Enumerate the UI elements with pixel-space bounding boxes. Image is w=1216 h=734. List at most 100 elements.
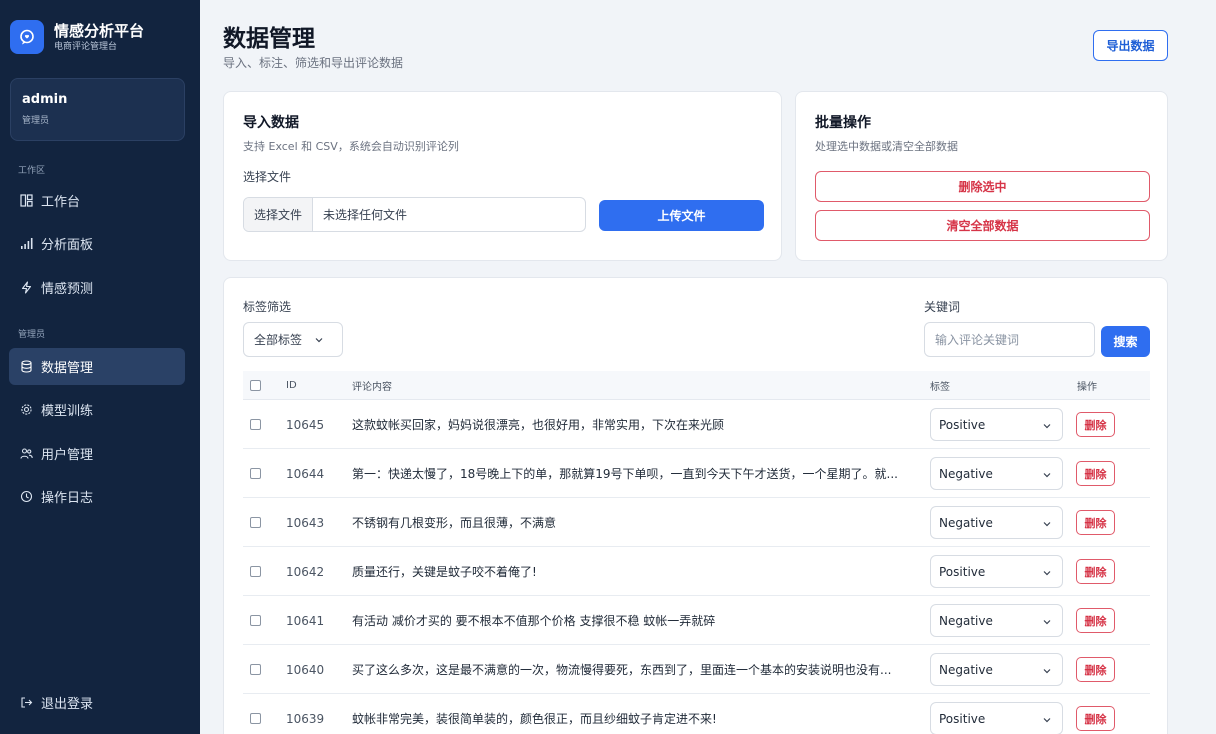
sidebar-item-label: 数据管理 xyxy=(41,361,94,376)
chevron-down-icon xyxy=(1042,420,1052,434)
row-delete-button[interactable]: 删除 xyxy=(1076,461,1115,486)
import-title: 导入数据 xyxy=(243,115,299,131)
page-title: 数据管理 xyxy=(223,26,315,52)
row-id: 10641 xyxy=(286,613,325,628)
row-content: 第一：快递太慢了，18号晚上下的单，那就算19号下单呗，一直到今天下午才送货，一… xyxy=(352,449,922,498)
row-delete-button[interactable]: 删除 xyxy=(1076,412,1115,437)
row-id: 10639 xyxy=(286,711,325,726)
batch-card: 批量操作 处理选中数据或清空全部数据 删除选中 清空全部数据 xyxy=(795,91,1168,261)
row-delete-button[interactable]: 删除 xyxy=(1076,559,1115,584)
sidebar-item-label: 工作台 xyxy=(41,195,81,210)
row-checkbox[interactable] xyxy=(250,615,261,626)
sidebar-item-label: 情感预测 xyxy=(41,282,94,297)
row-delete-button[interactable]: 删除 xyxy=(1076,510,1115,535)
sidebar-item-analysis[interactable]: 分析面板 xyxy=(9,225,185,262)
row-checkbox[interactable] xyxy=(250,566,261,577)
main-content: 数据管理 导入、标注、筛选和导出评论数据 导出数据 导入数据 支持 Excel … xyxy=(200,0,1191,734)
row-checkbox[interactable] xyxy=(250,468,261,479)
row-id: 10642 xyxy=(286,564,325,579)
row-content: 这款蚊帐买回家，妈妈说很漂亮，也很好用，非常实用，下次在来光顾 xyxy=(352,400,922,449)
table-row: 10640 买了这么多次，这是最不满意的一次，物流慢得要死，东西到了，里面连一个基… xyxy=(243,645,1150,694)
file-status: 未选择任何文件 xyxy=(323,208,408,222)
brand-subtitle: 电商评论管理台 xyxy=(54,42,118,52)
gear-icon xyxy=(19,403,33,417)
tag-filter-select[interactable]: 全部标签 xyxy=(243,322,343,357)
row-tag-value: Negative xyxy=(939,515,993,530)
sidebar-item-label: 分析面板 xyxy=(41,238,94,253)
row-content-text: 有活动 减价才买的 要不根本不值那个价格 支撑很不稳 蚊帐一弄就碎 xyxy=(352,614,716,628)
row-tag-value: Positive xyxy=(939,711,986,726)
row-tag-select[interactable]: Negative xyxy=(930,604,1063,637)
logout-icon xyxy=(19,696,33,710)
row-content-text: 这款蚊帐买回家，妈妈说很漂亮，也很好用，非常实用，下次在来光顾 xyxy=(352,418,725,432)
row-tag-select[interactable]: Negative xyxy=(930,653,1063,686)
sidebar-item-users[interactable]: 用户管理 xyxy=(9,435,185,472)
keyword-input[interactable] xyxy=(924,322,1095,357)
clock-icon xyxy=(19,490,33,504)
upload-button[interactable]: 上传文件 xyxy=(599,200,764,231)
batch-subtitle: 处理选中数据或清空全部数据 xyxy=(815,140,958,153)
row-tag-value: Positive xyxy=(939,564,986,579)
chevron-down-icon xyxy=(1042,665,1052,679)
table-header: ID 评论内容 标签 操作 xyxy=(243,371,1150,400)
row-checkbox[interactable] xyxy=(250,664,261,675)
table-row: 10642 质量还行，关键是蚊子咬不着俺了! Positive 删除 xyxy=(243,547,1150,596)
row-tag-select[interactable]: Positive xyxy=(930,702,1063,734)
tag-filter-value: 全部标签 xyxy=(254,333,303,347)
row-tag-value: Negative xyxy=(939,613,993,628)
row-tag-select[interactable]: Positive xyxy=(930,555,1063,588)
import-subtitle: 支持 Excel 和 CSV，系统会自动识别评论列 xyxy=(243,140,459,153)
sidebar-item-logs[interactable]: 操作日志 xyxy=(9,478,185,515)
chevron-down-icon xyxy=(314,335,324,345)
delete-selected-button[interactable]: 删除选中 xyxy=(815,171,1150,202)
brand: 情感分析平台 电商评论管理台 xyxy=(10,20,144,54)
export-button[interactable]: 导出数据 xyxy=(1093,30,1168,61)
row-tag-select[interactable]: Negative xyxy=(930,457,1063,490)
row-content-text: 第一：快递太慢了，18号晚上下的单，那就算19号下单呗，一直到今天下午才送货，一… xyxy=(352,467,898,481)
chat-heart-icon xyxy=(10,20,44,54)
row-content: 质量还行，关键是蚊子咬不着俺了! xyxy=(352,547,922,596)
logout-button[interactable]: 退出登录 xyxy=(9,684,185,721)
select-all-checkbox[interactable] xyxy=(250,380,261,391)
chevron-down-icon xyxy=(1042,567,1052,581)
user-card: admin 管理员 xyxy=(10,78,185,141)
sidebar-item-label: 操作日志 xyxy=(41,491,94,506)
sidebar-item-label: 用户管理 xyxy=(41,448,94,463)
row-tag-select[interactable]: Positive xyxy=(930,408,1063,441)
row-tag-value: Positive xyxy=(939,417,986,432)
lightning-icon xyxy=(19,281,33,295)
search-button[interactable]: 搜索 xyxy=(1101,326,1150,357)
row-checkbox[interactable] xyxy=(250,713,261,724)
chevron-down-icon xyxy=(1042,469,1052,483)
sidebar: 情感分析平台 电商评论管理台 admin 管理员 工作区 工作台 分析面板 情感… xyxy=(0,0,200,734)
clear-all-button[interactable]: 清空全部数据 xyxy=(815,210,1150,241)
row-delete-button[interactable]: 删除 xyxy=(1076,706,1115,731)
chevron-down-icon xyxy=(1042,714,1052,728)
data-table-card: 标签筛选 全部标签 关键词 搜索 ID 评论内容 标签 操作 10645 这款蚊帐… xyxy=(223,277,1168,734)
row-tag-value: Negative xyxy=(939,466,993,481)
row-content-text: 蚊帐非常完美，装很简单装的，颜色很正，而且纱细蚊子肯定进不来! xyxy=(352,712,717,726)
row-delete-button[interactable]: 删除 xyxy=(1076,657,1115,682)
logout-label: 退出登录 xyxy=(41,697,94,712)
batch-title: 批量操作 xyxy=(815,115,871,131)
sidebar-item-workbench[interactable]: 工作台 xyxy=(9,182,185,219)
row-checkbox[interactable] xyxy=(250,517,261,528)
page-subtitle: 导入、标注、筛选和导出评论数据 xyxy=(223,56,404,70)
sidebar-item-data[interactable]: 数据管理 xyxy=(9,348,185,385)
row-tag-select[interactable]: Negative xyxy=(930,506,1063,539)
sidebar-item-prediction[interactable]: 情感预测 xyxy=(9,269,185,306)
table-row: 10644 第一：快递太慢了，18号晚上下的单，那就算19号下单呗，一直到今天下午… xyxy=(243,449,1150,498)
row-id: 10643 xyxy=(286,515,325,530)
file-input[interactable]: 选择文件 未选择任何文件 xyxy=(243,197,586,232)
row-delete-button[interactable]: 删除 xyxy=(1076,608,1115,633)
row-id: 10640 xyxy=(286,662,325,677)
row-content-text: 买了这么多次，这是最不满意的一次，物流慢得要死，东西到了，里面连一个基本的安装说… xyxy=(352,663,892,677)
user-name: admin xyxy=(22,92,68,107)
chevron-down-icon xyxy=(1042,616,1052,630)
row-tag-value: Negative xyxy=(939,662,993,677)
choose-file-button[interactable]: 选择文件 xyxy=(244,198,314,231)
row-content: 买了这么多次，这是最不满意的一次，物流慢得要死，东西到了，里面连一个基本的安装说… xyxy=(352,645,922,694)
chevron-down-icon xyxy=(1042,518,1052,532)
sidebar-item-training[interactable]: 模型训练 xyxy=(9,391,185,428)
row-checkbox[interactable] xyxy=(250,419,261,430)
